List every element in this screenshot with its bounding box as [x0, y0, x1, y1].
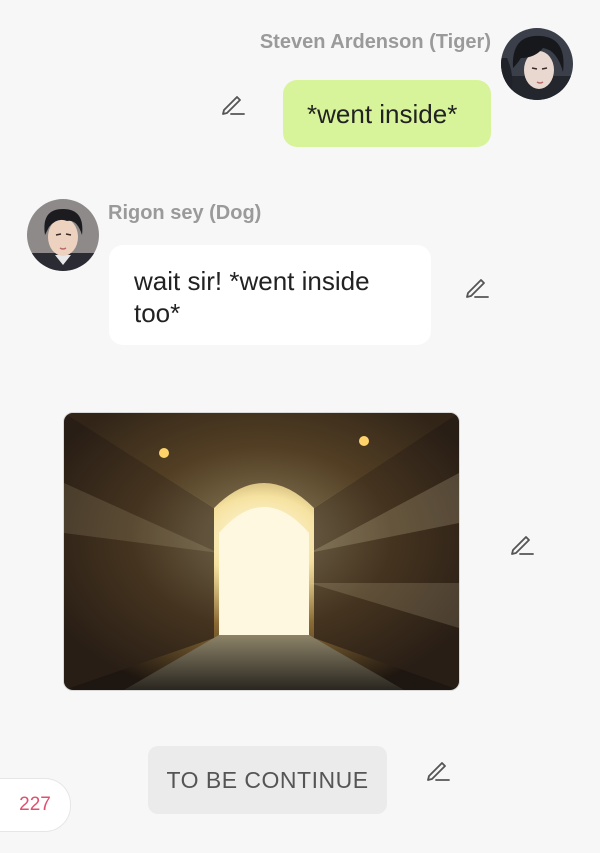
rigon-avatar[interactable] [27, 199, 99, 271]
rigon-message-bubble[interactable]: wait sir! *went inside too* [109, 245, 431, 345]
pencil-icon[interactable] [219, 90, 247, 118]
steven-message-bubble[interactable]: *went inside* [283, 80, 491, 147]
pencil-icon[interactable] [508, 530, 536, 558]
narration-text: TO BE CONTINUE [166, 767, 369, 793]
steven-message-text: *went inside* [307, 99, 458, 129]
pencil-icon[interactable] [424, 756, 452, 784]
sender-name-steven: Steven Ardenson (Tiger) [259, 31, 491, 53]
pencil-icon[interactable] [463, 273, 491, 301]
message-counter-badge[interactable]: 227 [0, 778, 71, 832]
narration-card[interactable]: TO BE CONTINUE [148, 746, 387, 814]
message-counter-value: 227 [19, 794, 51, 815]
steven-avatar[interactable] [501, 28, 573, 100]
rigon-message-text: wait sir! *went inside too* [134, 266, 370, 328]
tunnel-image[interactable] [63, 412, 460, 691]
sender-name-rigon: Rigon sey (Dog) [108, 202, 262, 224]
